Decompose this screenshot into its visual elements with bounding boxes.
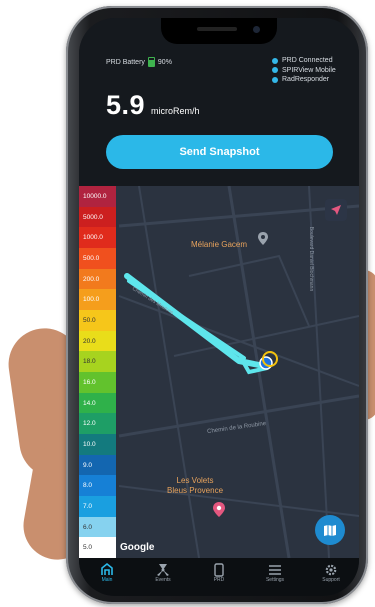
dose-value: 5.9 [106,90,146,120]
connection-item: PRD Connected [272,56,336,66]
nav-item-settings[interactable]: Settings [255,562,295,583]
battery-status: PRD Battery 90% [106,57,172,67]
scale-level: 200.0 [79,268,116,290]
nav-label: Support [322,577,340,583]
list-icon [269,564,281,575]
scale-level: 1000.0 [79,227,116,249]
street-label: Boulevard Daniel Blochmann [308,226,315,292]
nav-label: PRD [213,577,225,583]
google-attribution: Google [120,542,155,553]
notch [161,18,277,44]
poi-label-line: Les Volets [176,476,214,485]
navigation-arrow-icon [331,205,341,215]
nav-label: Events [155,577,171,583]
scale-level: 5000.0 [79,206,116,228]
scale-level: 18.0 [79,351,116,373]
scale-level: 12.0 [79,413,116,435]
nav-item-main[interactable]: Main [87,562,127,583]
scale-level: 5.0 [79,537,116,559]
map-view[interactable]: Mélanie Gacem Chemin de la Roubine Chemi… [79,186,359,558]
dose-scale: 10000.0 5000.0 1000.0 500.0 200.0 100.0 … [79,186,116,559]
poi-label-line: Bleus Provence [167,486,224,495]
dose-reading: 5.9 microRem/h [106,90,200,121]
connection-label: SPIRView Mobile [282,66,336,74]
nav-label: Settings [265,577,285,583]
gear-icon [325,564,337,575]
status-dot-icon [272,57,278,64]
connection-item: SPIRView Mobile [272,66,336,76]
map-pin-icon[interactable] [213,502,225,517]
scale-level: 7.0 [79,496,116,517]
bottom-nav: Main Events PRD Settings Support [79,558,359,596]
nav-item-events[interactable]: Events [143,562,183,583]
connection-list: PRD Connected SPIRView Mobile RadRespond… [272,56,336,85]
map-icon [324,525,336,536]
radiation-icon [157,563,169,576]
scale-level: 9.0 [79,454,116,476]
app-screen: PRD Battery 90% PRD Connected SPIRView M… [79,18,359,596]
battery-value: 90% [157,58,172,66]
phone-device-icon [214,562,224,577]
scale-level: 100.0 [79,289,116,311]
status-dot-icon [272,76,278,83]
connection-item: RadResponder [272,75,336,85]
poi-label: Les Volets Bleus Provence [167,476,223,496]
map-pin-icon[interactable] [258,232,268,245]
nav-item-prd[interactable]: PRD [199,562,239,583]
scale-level: 10.0 [79,434,116,455]
send-snapshot-button[interactable]: Send Snapshot [106,135,333,169]
dose-unit: microRem/h [151,106,200,116]
scale-level: 20.0 [79,330,116,352]
poi-label: Mélanie Gacem [191,240,248,249]
battery-icon [147,57,155,67]
scale-level: 14.0 [79,392,116,414]
connection-label: PRD Connected [282,57,333,64]
scale-level: 8.0 [79,475,116,497]
scale-level: 10000.0 [79,186,116,207]
scale-level: 50.0 [79,310,116,331]
radiation-meter-icon [101,562,113,575]
speaker [197,27,237,31]
connection-label: RadResponder [282,76,330,83]
status-dot-icon [272,67,278,74]
scale-level: 500.0 [79,248,116,269]
nav-item-support[interactable]: Support [311,562,351,583]
nav-label: Main [101,577,113,583]
scale-level: 16.0 [79,372,116,393]
scale-level: 6.0 [79,516,116,538]
navigation-arrow-button[interactable] [325,199,347,221]
camera [253,26,260,33]
map-layers-button[interactable] [315,515,345,545]
battery-label: PRD Battery [106,58,145,66]
